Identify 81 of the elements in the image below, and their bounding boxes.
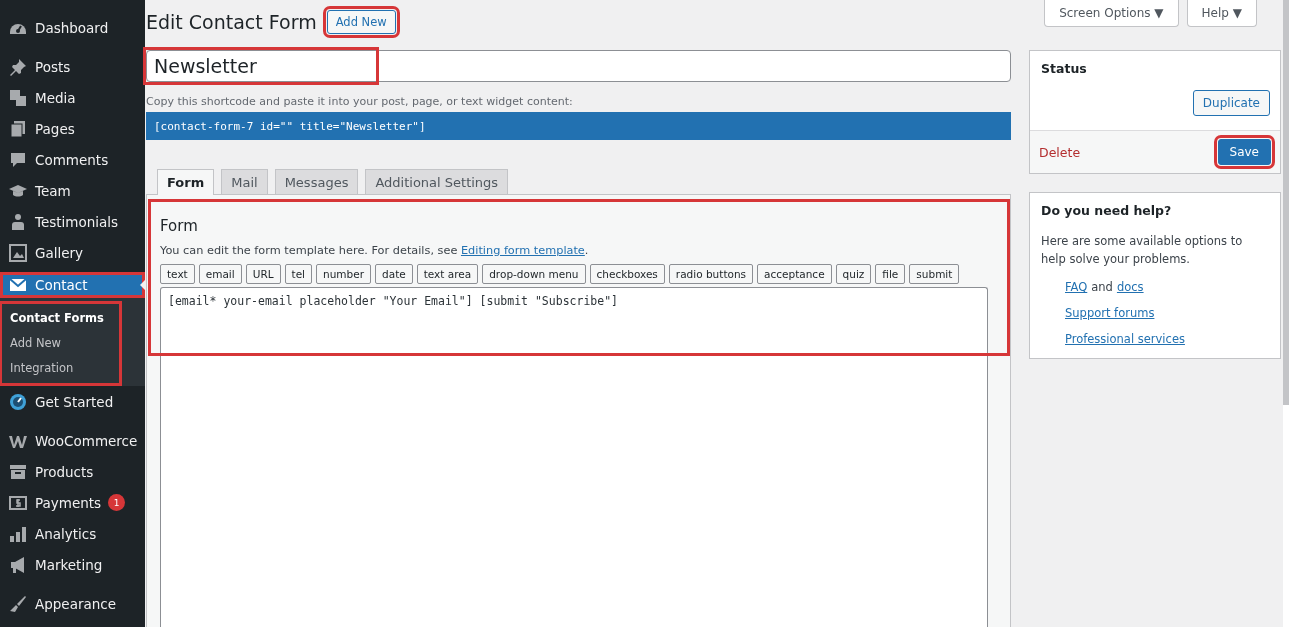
sidebar-label: Posts xyxy=(35,58,71,75)
sidebar-label: Appearance xyxy=(35,595,117,612)
gauge-icon xyxy=(8,391,28,412)
sidebar-item[interactable]: Analytics xyxy=(0,518,145,549)
sidebar-label: Gallery xyxy=(35,244,84,261)
notification-badge: 1 xyxy=(108,494,126,511)
sidebar-label: WooCommerce xyxy=(35,432,138,449)
shortcode-hint: Copy this shortcode and paste it into your post, page, or text widget content: xyxy=(146,95,574,108)
help-text: Here are some available options to help solve your problems. xyxy=(1040,233,1244,268)
template-editor[interactable]: [email* your-email placeholder "Your Email"] [submit "Subscribe"] xyxy=(160,287,988,627)
dropdown-tab[interactable]: Screen Options ▼ xyxy=(1044,0,1179,27)
box-title: Status xyxy=(1040,60,1088,78)
sidebar-label: Comments xyxy=(35,151,109,168)
duplicate-button[interactable]: Duplicate xyxy=(1192,90,1270,116)
sidebar-item[interactable]: Get Started xyxy=(0,386,145,417)
help-link[interactable]: docs xyxy=(1116,280,1144,294)
sidebar-item[interactable]: Comments xyxy=(0,144,145,175)
media-icon xyxy=(8,87,28,108)
sidebar-label: Analytics xyxy=(35,525,97,542)
delete-link[interactable]: Delete xyxy=(1039,144,1081,160)
sidebar-label: Team xyxy=(35,182,71,199)
submenu-item[interactable]: Integration xyxy=(2,356,119,381)
tag-button[interactable]: text xyxy=(160,264,195,284)
sidebar-label: Contact xyxy=(35,277,88,293)
sidebar-item[interactable]: Appearance xyxy=(0,588,145,619)
sidebar-label: Get Started xyxy=(35,393,114,410)
submenu-item[interactable]: Contact Forms xyxy=(2,306,119,331)
panel-description: You can edit the form template here. For details, see Editing form template. xyxy=(160,244,590,257)
box-title: Do you need help? xyxy=(1040,202,1173,220)
panel-heading: Form xyxy=(160,217,199,235)
tag-button[interactable]: quiz xyxy=(835,264,872,284)
page-title: Edit Contact Form xyxy=(146,11,317,33)
template-link[interactable]: Editing form template xyxy=(460,244,585,257)
sidebar-label: Payments xyxy=(35,494,102,511)
tag-button[interactable]: email xyxy=(198,264,242,284)
pushpin-icon xyxy=(8,56,28,77)
help-link[interactable]: FAQ xyxy=(1065,280,1088,294)
sidebar-item[interactable]: Media xyxy=(0,82,145,113)
sidebar-item[interactable]: Gallery xyxy=(0,237,145,268)
sidebar-label: Pages xyxy=(35,120,75,137)
tag-button[interactable]: drop-down menu xyxy=(482,264,586,284)
sidebar-item[interactable]: Dashboard xyxy=(0,12,145,43)
tab[interactable]: Mail xyxy=(221,169,268,195)
tab[interactable]: Additional Settings xyxy=(365,169,509,195)
sidebar-item[interactable]: WooCommerce xyxy=(0,425,145,456)
sidebar-item[interactable]: Products xyxy=(0,456,145,487)
tag-button[interactable]: number xyxy=(316,264,372,284)
tag-button[interactable]: radio buttons xyxy=(668,264,754,284)
tag-button[interactable]: acceptance xyxy=(757,264,832,284)
sidebar-item[interactable]: Contact xyxy=(0,272,145,298)
title-field[interactable]: Newsletter xyxy=(146,50,1011,82)
sidebar-label: Testimonials xyxy=(35,213,119,230)
tag-button[interactable]: tel xyxy=(284,264,313,284)
sidebar-label: Products xyxy=(35,463,94,480)
tag-button[interactable]: text area xyxy=(416,264,479,284)
sidebar-item[interactable]: Team xyxy=(0,175,145,206)
paintbrush-icon xyxy=(8,593,28,614)
shortcode-bar: [contact-form-7 id="" title="Newsletter"] xyxy=(146,112,1011,140)
sidebar-label: Media xyxy=(35,89,76,106)
tag-button[interactable]: URL xyxy=(245,264,281,284)
submenu-item[interactable]: Add New xyxy=(2,331,119,356)
tag-button[interactable]: submit xyxy=(909,264,960,284)
tag-button[interactable]: file xyxy=(875,264,906,284)
help-text: and xyxy=(1091,280,1113,294)
pages-icon xyxy=(8,118,28,139)
sidebar-label: Marketing xyxy=(35,556,103,573)
sidebar-item[interactable]: Pages xyxy=(0,113,145,144)
tag-button[interactable]: checkboxes xyxy=(589,264,665,284)
tag-button[interactable]: date xyxy=(375,264,413,284)
sidebar-item[interactable]: Payments 1 xyxy=(0,487,145,518)
help-link[interactable]: Support forums xyxy=(1065,306,1155,320)
help-link[interactable]: Professional services xyxy=(1065,332,1185,346)
tab[interactable]: Form xyxy=(157,169,215,195)
tab[interactable]: Messages xyxy=(274,169,359,195)
dropdown-tab[interactable]: Help ▼ xyxy=(1186,0,1257,27)
sidebar-item[interactable]: Posts xyxy=(0,51,145,82)
scrollbar-thumb[interactable] xyxy=(1283,0,1289,405)
gallery-icon xyxy=(8,242,28,263)
sidebar-label: Dashboard xyxy=(35,19,109,36)
sidebar-item[interactable]: Testimonials xyxy=(0,206,145,237)
sidebar-item[interactable]: Marketing xyxy=(0,549,145,580)
